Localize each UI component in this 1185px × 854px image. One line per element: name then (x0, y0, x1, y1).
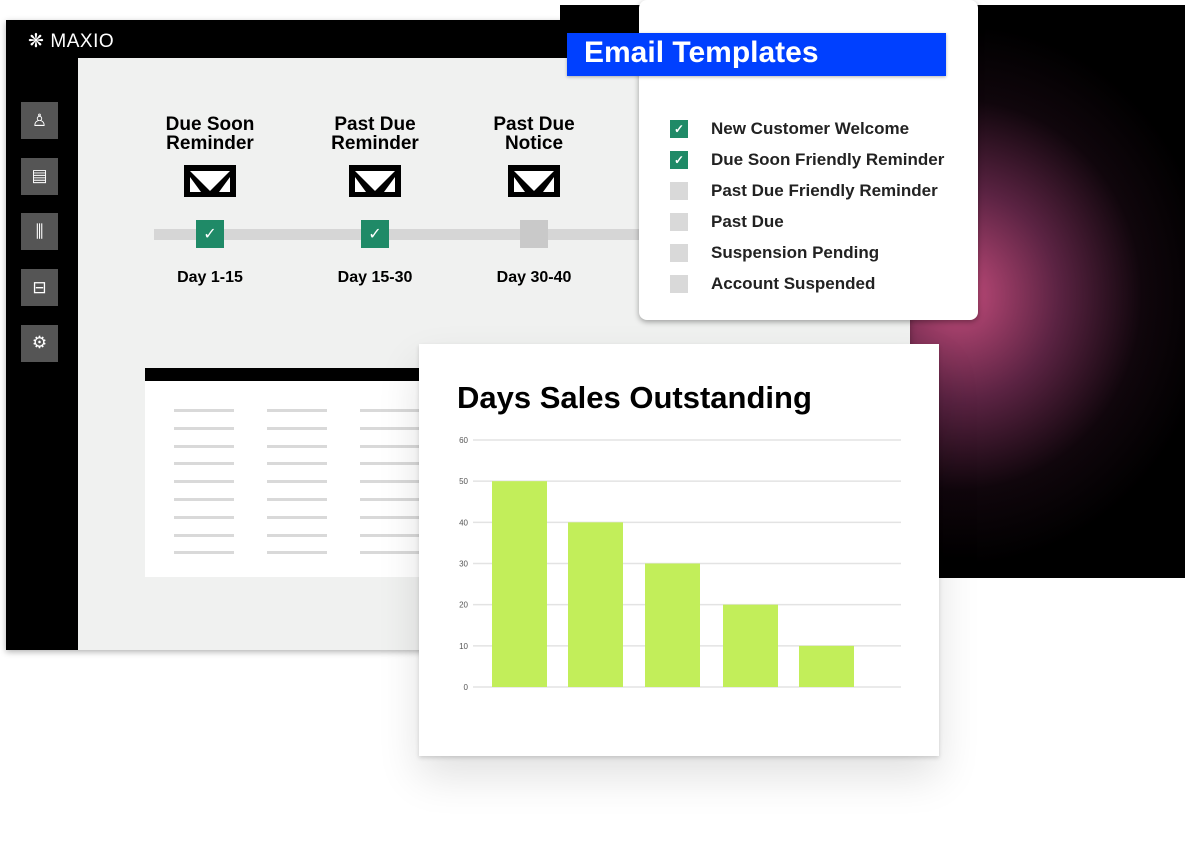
logo-icon: ❋ (28, 31, 45, 52)
table-cell-placeholder (360, 498, 420, 501)
step-title: Due Soon Reminder (165, 114, 255, 154)
table-cell-placeholder (174, 551, 234, 555)
table-cell-placeholder (174, 409, 234, 412)
step-day-range: Day 30-40 (496, 269, 572, 286)
email-templates-title: Email Templates (567, 33, 946, 76)
y-tick-label: 40 (459, 518, 468, 527)
y-tick-label: 60 (459, 436, 468, 445)
template-item[interactable]: Past Due Friendly Reminder (670, 181, 938, 201)
table-cell-placeholder (360, 409, 420, 412)
template-checkbox[interactable]: ✓ (670, 120, 688, 138)
table-cell-placeholder (360, 480, 420, 484)
step-checkbox[interactable] (520, 220, 548, 248)
sidebar-item-document[interactable]: ▤ (21, 157, 58, 195)
table-cell-placeholder (174, 426, 234, 430)
user-icon: ♙ (31, 110, 48, 130)
table-cell-placeholder (267, 426, 327, 430)
template-item[interactable]: Suspension Pending (670, 243, 879, 263)
envelope-icon (349, 165, 401, 197)
table-cell-placeholder (360, 444, 420, 448)
template-checkbox[interactable] (670, 275, 688, 293)
table-cell-placeholder (360, 426, 420, 430)
template-label: New Customer Welcome (711, 119, 910, 138)
envelope-icon (184, 165, 236, 197)
table-cell-placeholder (360, 515, 420, 519)
bar (492, 481, 547, 687)
table-cell-placeholder (267, 498, 327, 501)
table-cell-placeholder (267, 480, 327, 484)
template-checkbox[interactable] (670, 244, 688, 262)
template-item[interactable]: Account Suspended (670, 274, 875, 294)
table-cell-placeholder (267, 515, 327, 519)
step-2: Past Due Reminder (305, 115, 445, 197)
table-header (145, 368, 425, 381)
step-1: Due Soon Reminder (140, 115, 280, 197)
sidebar-item-briefcase[interactable]: ⊟ (21, 269, 58, 307)
table-cell-placeholder (267, 551, 327, 555)
template-label: Past Due Friendly Reminder (711, 181, 938, 200)
check-icon: ✓ (368, 226, 382, 243)
template-label: Due Soon Friendly Reminder (711, 150, 945, 169)
step-checkbox[interactable]: ✓ (361, 220, 389, 248)
check-icon: ✓ (203, 226, 217, 243)
check-icon: ✓ (673, 153, 685, 167)
step-day-range: Day 1-15 (177, 269, 243, 286)
table-cell-placeholder (360, 533, 420, 537)
step-day-range: Day 15-30 (337, 269, 413, 286)
sidebar-item-gear[interactable]: ⚙ (21, 324, 58, 362)
template-checkbox[interactable] (670, 213, 688, 231)
step-title: Past Due Notice (493, 114, 575, 154)
envelope-icon (508, 165, 560, 197)
template-label: Past Due (711, 212, 784, 231)
y-tick-label: 10 (459, 642, 468, 651)
table-cell-placeholder (267, 409, 327, 412)
sidebar-item-bar-chart[interactable]: ⫼ (21, 213, 58, 251)
gear-icon: ⚙ (31, 333, 48, 353)
template-label: Suspension Pending (711, 243, 880, 262)
template-checkbox[interactable]: ✓ (670, 151, 688, 169)
bar (723, 604, 778, 687)
document-icon: ▤ (31, 166, 48, 186)
table-cell-placeholder (267, 462, 327, 466)
step-checkbox[interactable]: ✓ (196, 220, 224, 248)
y-tick-label: 30 (459, 560, 468, 569)
table-cell-placeholder (267, 533, 327, 537)
y-tick-label: 0 (464, 683, 469, 692)
table-cell-placeholder (174, 462, 234, 466)
table-cell-placeholder (360, 551, 420, 555)
check-icon: ✓ (673, 122, 685, 136)
step-title: Past Due Reminder (331, 114, 419, 154)
template-item[interactable]: ✓ Due Soon Friendly Reminder (670, 150, 944, 170)
y-tick-label: 50 (459, 477, 468, 486)
briefcase-icon: ⊟ (32, 277, 47, 297)
template-item[interactable]: Past Due (670, 212, 784, 232)
table-cell-placeholder (174, 515, 234, 519)
template-checkbox[interactable] (670, 182, 688, 200)
bar-chart-icon: ⫼ (35, 221, 44, 241)
table-cell-placeholder (174, 480, 234, 484)
y-tick-label: 20 (459, 601, 468, 610)
bar (799, 645, 854, 687)
table-cell-placeholder (267, 444, 327, 448)
table-cell-placeholder (174, 498, 234, 501)
table-cell-placeholder (360, 462, 420, 466)
dso-chart-card: Days Sales Outstanding 0 10 20 30 40 50 60 (419, 344, 939, 756)
table-cell-placeholder (174, 444, 234, 448)
template-label: Account Suspended (711, 274, 876, 293)
data-table (145, 368, 425, 577)
bar (645, 563, 700, 687)
template-item[interactable]: ✓ New Customer Welcome (670, 119, 909, 139)
bar (568, 522, 623, 687)
table-cell-placeholder (174, 533, 234, 537)
sidebar-item-user[interactable]: ♙ (21, 102, 58, 139)
bar-chart: 0 10 20 30 40 50 60 (459, 436, 901, 692)
step-3: Past Due Notice (464, 115, 604, 197)
maxio-logo: ❋ MAXIO (28, 30, 115, 53)
